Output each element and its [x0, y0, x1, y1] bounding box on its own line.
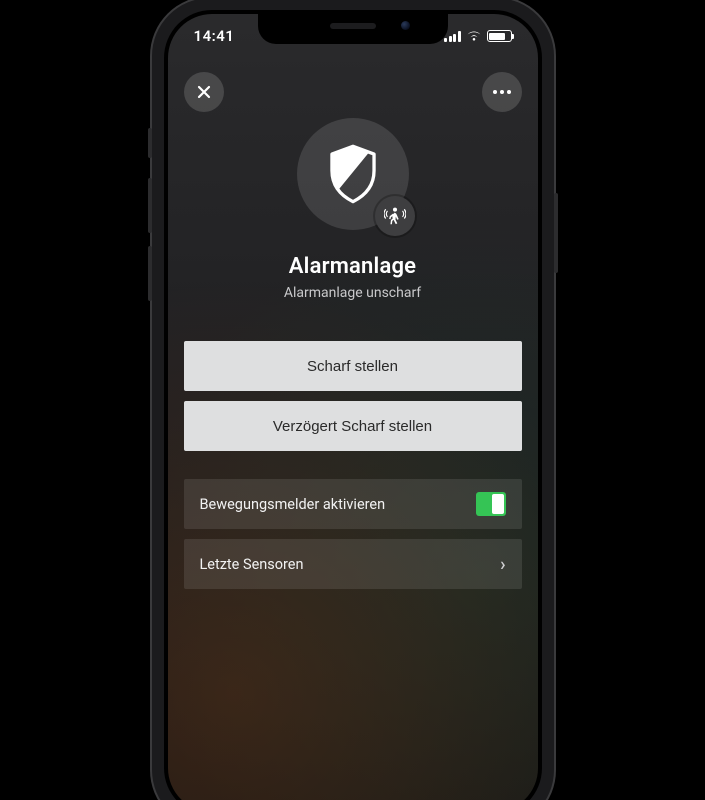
- motion-detector-row[interactable]: Bewegungsmelder aktivieren: [184, 479, 522, 529]
- stage: 14:41: [0, 0, 705, 800]
- phone-vol-up: [148, 178, 152, 233]
- content: Alarmanlage Alarmanlage unscharf Scharf …: [168, 14, 538, 800]
- actions: Scharf stellen Verzögert Scharf stellen: [184, 341, 522, 451]
- phone-frame: 14:41: [152, 0, 554, 800]
- last-sensors-row[interactable]: Letzte Sensoren ›: [184, 539, 522, 589]
- hero: Alarmanlage Alarmanlage unscharf: [184, 118, 522, 301]
- motion-detector-label: Bewegungsmelder aktivieren: [200, 496, 386, 513]
- phone-switch: [148, 128, 152, 158]
- arm-button[interactable]: Scharf stellen: [184, 341, 522, 391]
- shield-icon: [326, 143, 380, 205]
- status-time: 14:41: [194, 27, 235, 45]
- status-subtitle: Alarmanlage unscharf: [284, 285, 421, 301]
- phone-vol-down: [148, 246, 152, 301]
- more-button[interactable]: [482, 72, 522, 112]
- wifi-icon: [466, 30, 482, 42]
- close-icon: [196, 84, 212, 100]
- phone-power: [554, 193, 558, 273]
- motion-detector-toggle[interactable]: [476, 492, 506, 516]
- chevron-right-icon: ›: [500, 554, 505, 575]
- motion-badge: [375, 196, 415, 236]
- last-sensors-label: Letzte Sensoren: [200, 556, 304, 573]
- motion-sensor-icon: [384, 205, 406, 227]
- screen: 14:41: [168, 14, 538, 800]
- close-button[interactable]: [184, 72, 224, 112]
- page-title: Alarmanlage: [289, 254, 416, 279]
- notch: [258, 14, 448, 44]
- phone-bezel: 14:41: [164, 10, 542, 800]
- alarm-icon-circle: [297, 118, 409, 230]
- status-icons: [444, 30, 512, 42]
- more-icon: [493, 90, 511, 94]
- battery-icon: [487, 30, 512, 42]
- arm-delayed-button[interactable]: Verzögert Scharf stellen: [184, 401, 522, 451]
- top-bar: [184, 72, 522, 112]
- cellular-icon: [444, 31, 461, 42]
- settings-rows: Bewegungsmelder aktivieren Letzte Sensor…: [184, 479, 522, 589]
